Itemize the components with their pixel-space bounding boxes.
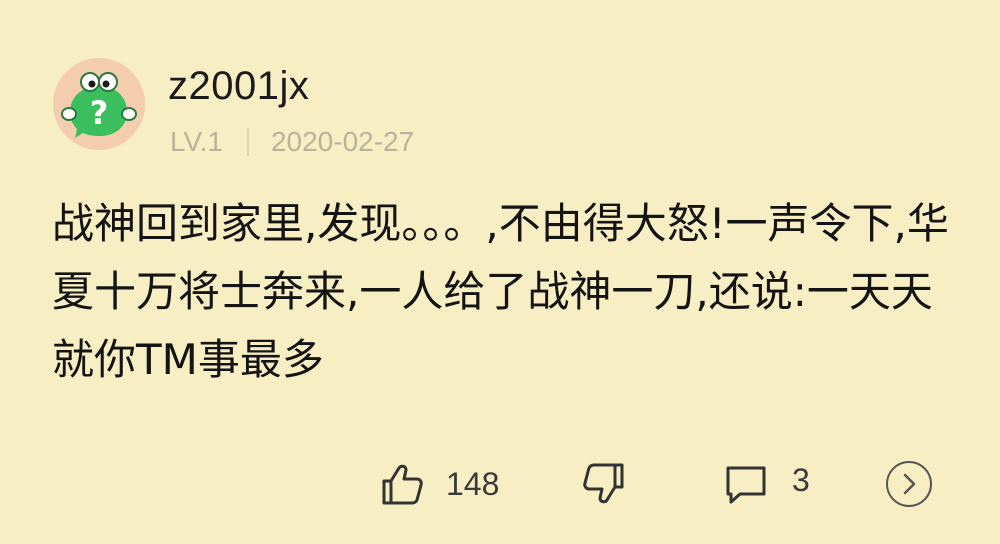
username[interactable]: z2001jx — [168, 62, 309, 110]
comment-meta: LV.1 2020-02-27 — [170, 122, 414, 162]
comment-count: 3 — [792, 461, 810, 498]
meta-divider — [246, 128, 249, 156]
comment-actions: 148 3 — [0, 452, 1000, 516]
dislike-button[interactable] — [582, 452, 626, 516]
comment-date: 2020-02-27 — [270, 126, 415, 157]
question-mascot-icon: ? — [61, 72, 137, 138]
more-button[interactable] — [884, 452, 934, 516]
comment-button[interactable]: 3 — [724, 452, 810, 516]
svg-text:?: ? — [90, 94, 109, 132]
like-button[interactable]: 148 — [380, 452, 499, 516]
comment-bubble-icon — [726, 466, 766, 504]
comment-text: 战神回到家里,发现。。。,不由得大怒!一声令下,华夏十万将士奔来,一人给了战神一… — [52, 199, 949, 384]
like-count: 148 — [446, 465, 500, 502]
thumbs-up-icon — [382, 464, 423, 505]
user-avatar[interactable]: ? — [53, 58, 145, 150]
chevron-right-circle-icon — [886, 461, 932, 507]
thumbs-down-icon — [583, 463, 624, 504]
comment-card: ? z2001jx LV.1 2020-02-27 战神回到家里,发现。。。,不… — [0, 0, 1000, 544]
user-level: LV.1 — [170, 126, 223, 157]
